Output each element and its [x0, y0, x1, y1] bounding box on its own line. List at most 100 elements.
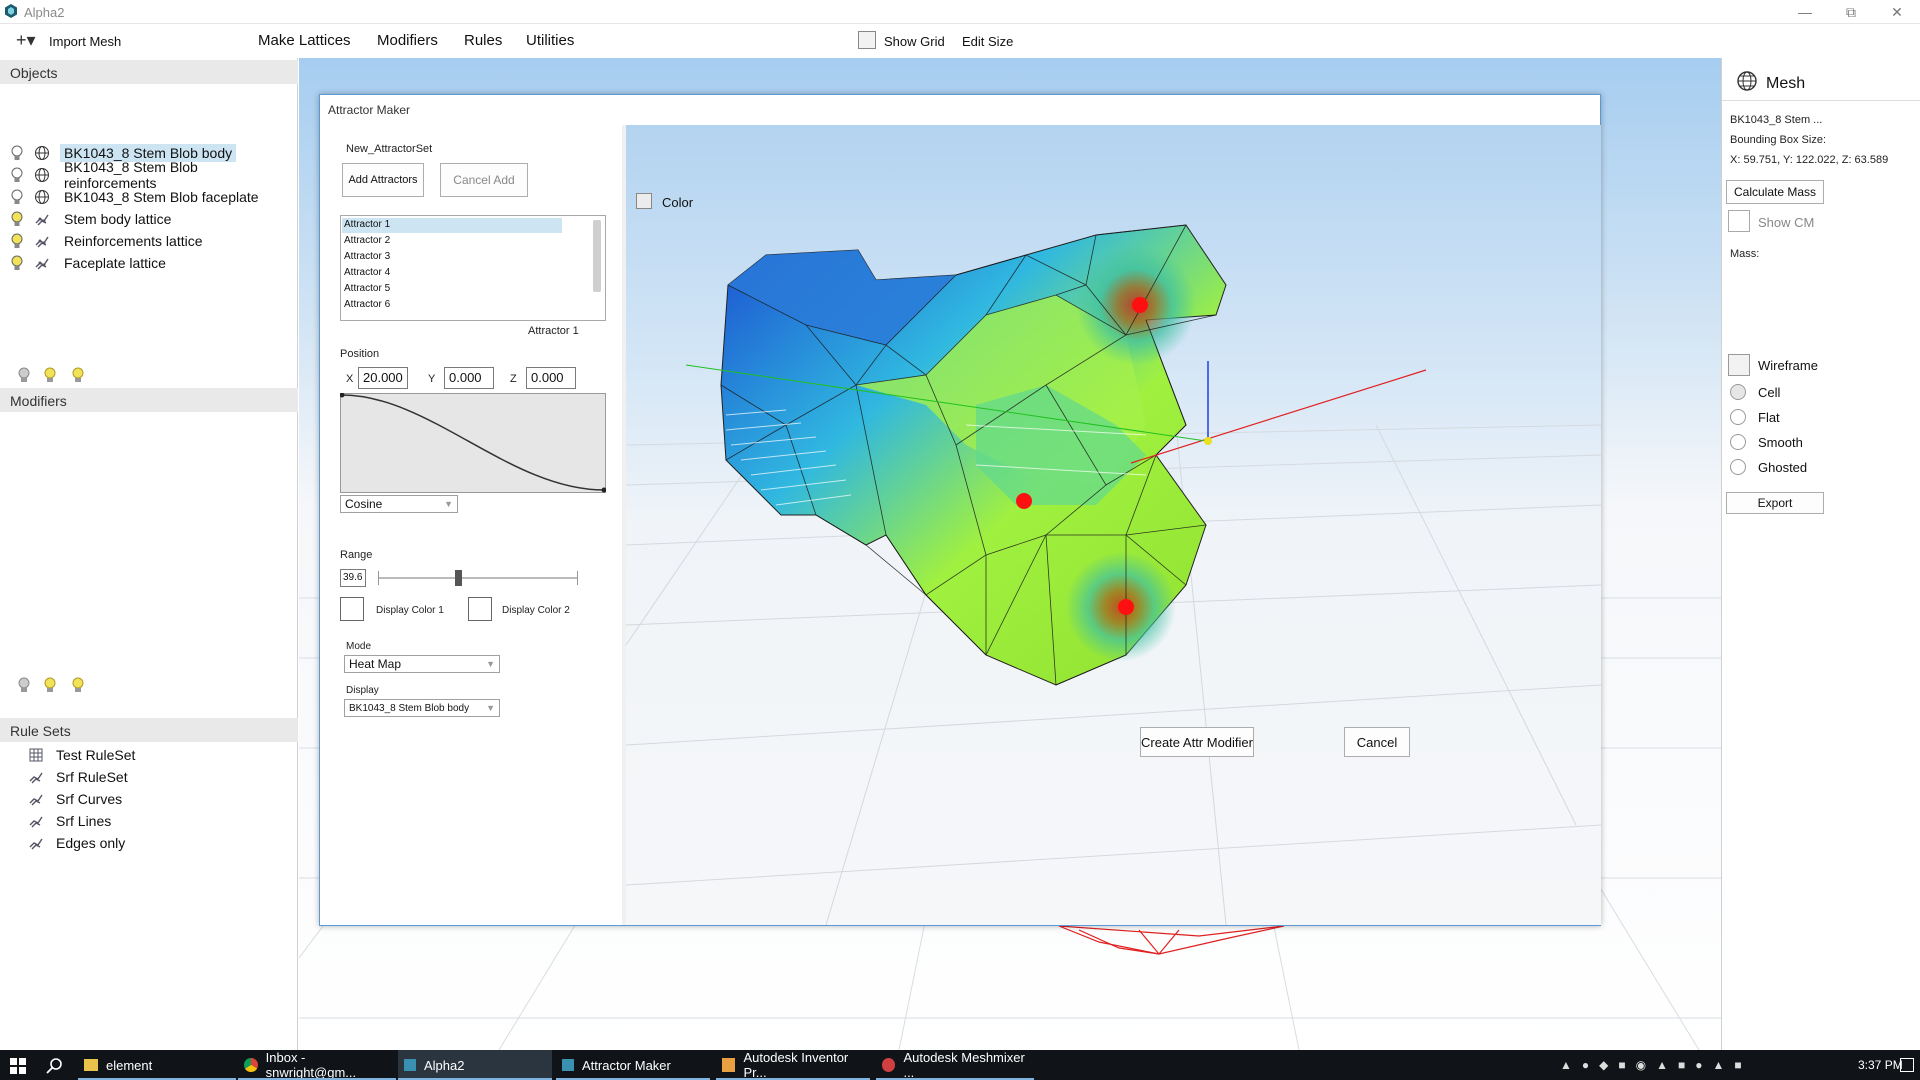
bulb-on-icon[interactable]	[44, 367, 56, 382]
lattice-icon	[29, 816, 43, 828]
task-element[interactable]: element	[78, 1050, 236, 1080]
attractor-point-3[interactable]	[1118, 599, 1134, 615]
windows-start-icon[interactable]	[10, 1058, 26, 1074]
create-attr-modifier-button[interactable]: Create Attr Modifier	[1140, 727, 1254, 757]
bulb-toggle-icon[interactable]	[72, 367, 84, 382]
attractor-list-item[interactable]: Attractor 5	[342, 282, 562, 297]
falloff-value: Cosine	[345, 497, 383, 511]
calculate-mass-button[interactable]: Calculate Mass	[1726, 180, 1824, 204]
search-icon[interactable]	[46, 1057, 64, 1075]
object-row[interactable]: Faceplate lattice	[0, 252, 298, 274]
radio-cell[interactable]	[1730, 384, 1746, 400]
attractor-point-1[interactable]	[1132, 297, 1148, 313]
object-label: Reinforcements lattice	[64, 233, 203, 249]
task-alpha2[interactable]: Alpha2	[398, 1050, 552, 1080]
task-meshmixer[interactable]: Autodesk Meshmixer ...	[876, 1050, 1034, 1080]
bulb-toggle-icon[interactable]	[72, 677, 84, 692]
mode-value: Heat Map	[349, 657, 402, 671]
y-input[interactable]: 0.000	[444, 367, 494, 389]
bulb-icon[interactable]	[10, 232, 24, 250]
slider-tick-start	[378, 571, 379, 585]
slider-thumb[interactable]	[455, 570, 462, 586]
bbox-label: Bounding Box Size:	[1730, 134, 1827, 146]
mass-label: Mass:	[1730, 248, 1760, 260]
task-attractor-maker[interactable]: Attractor Maker	[556, 1050, 710, 1080]
ruleset-row[interactable]: Test RuleSet	[0, 744, 298, 766]
close-button[interactable]: ✕	[1874, 0, 1920, 24]
display-color1-swatch[interactable]	[340, 597, 364, 621]
system-tray-icons[interactable]: ▲●◆■◉▲■●▲■	[1560, 1058, 1752, 1072]
show-grid-checkbox[interactable]	[858, 31, 876, 49]
cancel-add-button[interactable]: Cancel Add	[440, 163, 528, 197]
plus-icon[interactable]: +▾	[16, 30, 36, 51]
bulb-icon[interactable]	[10, 166, 24, 184]
range-slider[interactable]	[378, 569, 578, 587]
attractor-list-item[interactable]: Attractor 1	[342, 218, 562, 233]
chevron-down-icon: ▼	[486, 659, 495, 669]
export-button[interactable]: Export	[1726, 492, 1824, 514]
mesh-name: BK1043_8 Stem ...	[1730, 114, 1823, 126]
display-color2-swatch[interactable]	[468, 597, 492, 621]
ruleset-row[interactable]: Srf RuleSet	[0, 766, 298, 788]
window-title: Alpha2	[24, 5, 65, 20]
display-color2-label: Display Color 2	[502, 605, 570, 616]
minimize-button[interactable]: —	[1782, 0, 1828, 24]
cancel-button[interactable]: Cancel	[1344, 727, 1410, 757]
wireframe-checkbox[interactable]	[1728, 354, 1750, 376]
object-row[interactable]: BK1043_8 Stem Blob reinforcements	[0, 159, 298, 191]
menu-rules[interactable]: Rules	[464, 32, 502, 49]
edit-size-button[interactable]: Edit Size	[962, 34, 1013, 49]
attractor-preview-viewport[interactable]: Color Create Attr Modifier Cancel	[626, 125, 1601, 925]
task-label: Autodesk Inventor Pr...	[743, 1050, 849, 1080]
slider-track	[378, 577, 578, 579]
bulb-off-icon[interactable]	[18, 367, 30, 382]
falloff-curve-editor[interactable]	[340, 393, 606, 493]
list-scrollbar[interactable]	[593, 220, 601, 292]
radio-ghosted[interactable]	[1730, 459, 1746, 475]
restore-button[interactable]: ⧉	[1828, 0, 1874, 24]
bulb-icon[interactable]	[10, 254, 24, 272]
task-label: Inbox - snwright@gm...	[265, 1050, 357, 1080]
notification-icon[interactable]	[1900, 1058, 1914, 1072]
object-row[interactable]: Reinforcements lattice	[0, 230, 298, 252]
clock[interactable]: 3:37 PM	[1858, 1058, 1903, 1072]
bulb-icon[interactable]	[10, 144, 24, 162]
menu-modifiers[interactable]: Modifiers	[377, 32, 438, 49]
bulb-icon[interactable]	[10, 210, 24, 228]
attractor-list-item[interactable]: Attractor 3	[342, 250, 562, 265]
menu-make-lattices[interactable]: Make Lattices	[258, 32, 351, 49]
radio-cell-label: Cell	[1758, 385, 1781, 400]
attractor-list-item[interactable]: Attractor 4	[342, 266, 562, 281]
import-mesh-button[interactable]: Import Mesh	[49, 34, 121, 49]
attractor-list-item[interactable]: Attractor 2	[342, 234, 562, 249]
lattice-preview	[1058, 925, 1285, 955]
radio-flat[interactable]	[1730, 409, 1746, 425]
falloff-dropdown[interactable]: Cosine ▼	[340, 495, 458, 513]
attractor-point-2[interactable]	[1016, 493, 1032, 509]
bulb-on-icon[interactable]	[44, 677, 56, 692]
radio-flat-label: Flat	[1758, 410, 1780, 425]
menu-utilities[interactable]: Utilities	[526, 32, 574, 49]
radio-smooth[interactable]	[1730, 434, 1746, 450]
taskbar: element Inbox - snwright@gm... Alpha2 At…	[0, 1050, 1920, 1080]
show-cm-checkbox[interactable]	[1728, 210, 1750, 232]
add-attractors-button[interactable]: Add Attractors	[342, 163, 424, 197]
display-dropdown[interactable]: BK1043_8 Stem Blob body ▼	[344, 699, 500, 717]
ruleset-row[interactable]: Edges only	[0, 832, 298, 854]
z-input[interactable]: 0.000	[526, 367, 576, 389]
bulb-off-icon[interactable]	[18, 677, 30, 692]
task-label: Alpha2	[424, 1057, 465, 1073]
range-input[interactable]: 39.6	[340, 569, 366, 587]
task-inbox[interactable]: Inbox - snwright@gm...	[238, 1050, 396, 1080]
object-row[interactable]: Stem body lattice	[0, 208, 298, 230]
ruleset-row[interactable]: Srf Curves	[0, 788, 298, 810]
task-inventor[interactable]: Autodesk Inventor Pr...	[716, 1050, 870, 1080]
mode-dropdown[interactable]: Heat Map ▼	[344, 655, 500, 673]
color-checkbox[interactable]	[636, 193, 652, 209]
object-row[interactable]: BK1043_8 Stem Blob faceplate	[0, 186, 298, 208]
x-input[interactable]: 20.000	[358, 367, 408, 389]
gizmo-origin[interactable]	[1204, 437, 1212, 445]
attractor-list-item[interactable]: Attractor 6	[342, 298, 562, 313]
bulb-icon[interactable]	[10, 188, 24, 206]
ruleset-row[interactable]: Srf Lines	[0, 810, 298, 832]
